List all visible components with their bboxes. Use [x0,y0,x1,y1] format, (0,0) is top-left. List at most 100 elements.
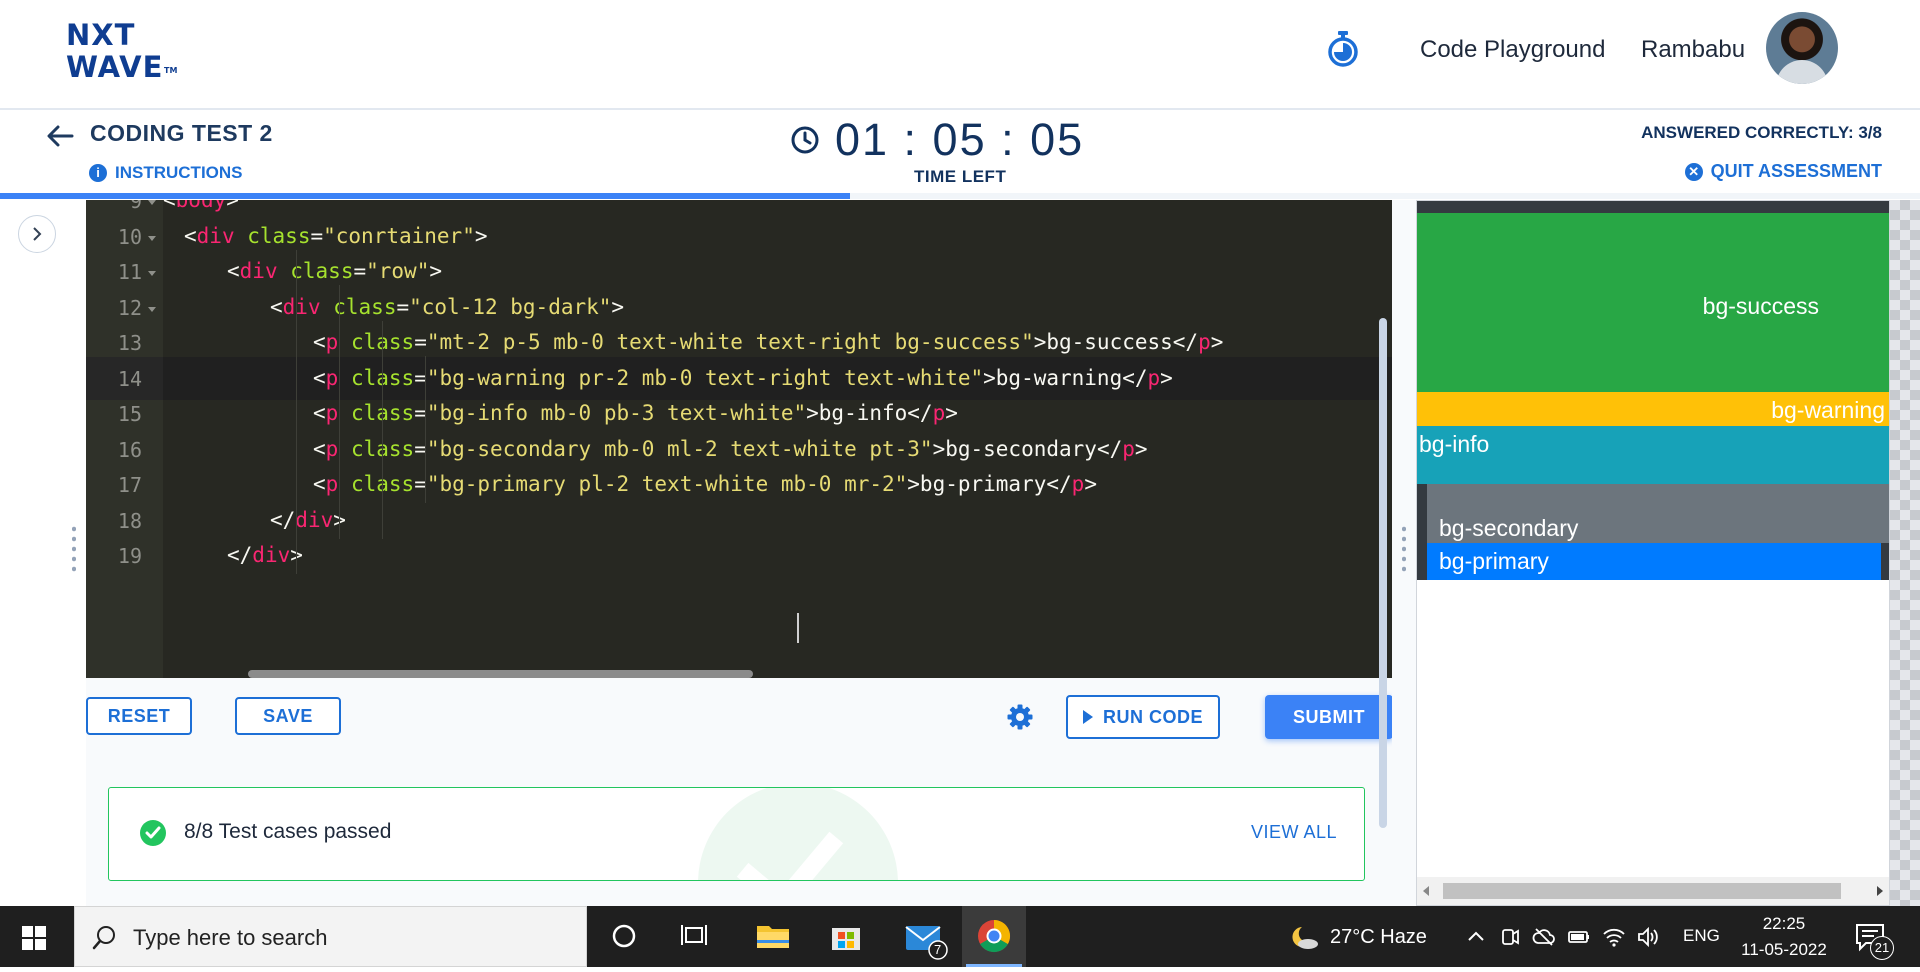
code-line[interactable]: <p class="bg-warning pr-2 mb-0 text-righ… [313,366,1173,390]
run-code-button[interactable]: RUN CODE [1066,695,1220,739]
line-number: 10 [117,225,142,249]
clock-icon [791,126,819,154]
chrome-icon[interactable] [962,906,1026,967]
chevron-up-icon[interactable] [1463,924,1489,950]
code-token: > [1210,330,1224,354]
code-playground-link[interactable]: Code Playground [1420,36,1605,64]
mail-icon[interactable]: 7 [892,906,956,967]
code-token: = [310,224,324,248]
save-button[interactable]: SAVE [235,697,341,735]
task-view-icon[interactable] [662,906,726,967]
preview-bg-info: bg-info [1417,426,1889,484]
code-token: >bg-warning</ [983,366,1148,390]
code-token: < [313,472,326,496]
line-number: 11 [117,260,142,284]
code-token: > [474,224,488,248]
wifi-icon[interactable] [1601,924,1627,950]
fold-arrow-icon[interactable] [148,236,156,241]
cloud-offline-icon[interactable] [1531,924,1557,950]
indent-guide [382,321,383,539]
clock-time[interactable]: 22:25 [1734,914,1834,934]
code-line[interactable]: <p class="mt-2 p-5 mb-0 text-white text-… [313,330,1223,354]
code-line[interactable]: <p class="bg-info mb-0 pb-3 text-white">… [313,401,958,425]
code-editor[interactable]: 9 10 11 12 13 14 15 16 17 18 19 <body> <div class="… [86,200,1392,678]
resize-handle-left[interactable] [72,524,76,576]
code-line[interactable]: </div> [270,508,346,532]
code-line[interactable]: <div class="col-12 bg-dark"> [270,295,624,319]
nxtwave-logo[interactable]: NXT WAVE TM [64,16,194,84]
code-token: > [1160,366,1173,390]
windows-taskbar: Type here to search 7 27°C Haze ENG 22:2… [0,906,1920,967]
code-token: p [1198,330,1211,354]
file-explorer-icon[interactable] [741,906,805,967]
fold-arrow-icon[interactable] [148,200,156,205]
page-title: CODING TEST 2 [90,120,273,146]
code-token: "bg-primary pl-2 text-white mb-0 mr-2" [426,472,908,496]
taskbar-search[interactable]: Type here to search [74,906,587,967]
instructions-link[interactable]: i INSTRUCTIONS [89,163,243,183]
weather-widget[interactable]: 27°C Haze [1290,924,1427,950]
code-token: > [611,295,625,319]
top-navbar: NXT WAVE TM Code Playground Rambabu [0,0,1920,110]
time-left-label: TIME LEFT [914,167,1007,186]
code-token: "col-12 bg-dark" [409,295,612,319]
code-line[interactable]: <div class="row"> [227,259,442,283]
gear-icon[interactable] [1006,703,1034,731]
scroll-left-icon[interactable] [1423,886,1429,896]
scroll-right-icon[interactable] [1877,886,1883,896]
fold-arrow-icon[interactable] [148,271,156,276]
code-token: p [325,472,339,496]
windows-start-icon[interactable] [22,926,46,950]
submit-button[interactable]: SUBMIT [1265,695,1393,739]
fold-arrow-icon[interactable] [148,307,156,312]
panel-vertical-scrollbar[interactable] [1379,318,1387,828]
code-line[interactable]: </div> [227,543,303,567]
language-indicator[interactable]: ENG [1683,926,1720,946]
reset-button[interactable]: RESET [86,697,192,735]
check-watermark-icon [698,788,898,880]
code-token: >bg-primary</ [907,472,1072,496]
quit-assessment-button[interactable]: ✕ QUIT ASSESSMENT [1684,161,1882,182]
back-arrow-icon[interactable] [44,120,76,152]
code-line[interactable]: <div class="conrtainer"> [184,224,488,248]
preview-bg-dark [1417,201,1889,213]
editor-horizontal-scrollbar[interactable] [248,670,753,678]
code-token: div [252,543,291,567]
volume-icon[interactable] [1635,924,1661,950]
code-token: "mt-2 p-5 mb-0 text-white text-right bg-… [426,330,1034,354]
code-token: >bg-secondary</ [932,437,1123,461]
code-token: < [313,401,326,425]
line-number: 14 [117,367,142,391]
code-line[interactable]: <body> [163,200,239,212]
code-token: div [295,508,334,532]
indent-guide [425,356,426,503]
code-token: > [1134,437,1148,461]
code-token: < [163,200,176,212]
line-number: 19 [117,544,142,568]
indent-guide [339,285,340,539]
code-token: "bg-info mb-0 pb-3 text-white" [426,401,807,425]
indent-guide [296,250,297,574]
mail-badge: 7 [934,942,942,957]
cortana-icon[interactable] [592,906,656,967]
code-token: >bg-info</ [806,401,933,425]
expand-panel-button[interactable] [18,215,56,253]
user-name[interactable]: Rambabu [1641,36,1745,64]
battery-icon[interactable] [1566,924,1592,950]
avatar[interactable] [1766,12,1838,84]
resize-handle-right[interactable] [1402,524,1406,576]
preview-horizontal-scrollbar[interactable] [1417,877,1889,905]
preview-scroll-thumb[interactable] [1443,883,1841,899]
clock-date[interactable]: 11-05-2022 [1734,940,1834,960]
quit-assessment-label: QUIT ASSESSMENT [1710,161,1882,181]
check-circle-icon [140,820,166,846]
meet-now-icon[interactable] [1497,924,1523,950]
view-all-link[interactable]: VIEW ALL [1251,822,1337,843]
code-line[interactable]: <p class="bg-secondary mb-0 ml-2 text-wh… [313,437,1148,461]
code-line[interactable]: <p class="bg-primary pl-2 text-white mb-… [313,472,1097,496]
stopwatch-icon[interactable] [1326,30,1360,68]
microsoft-store-icon[interactable] [814,906,878,967]
preview-bg-dark-edge [1881,543,1889,580]
